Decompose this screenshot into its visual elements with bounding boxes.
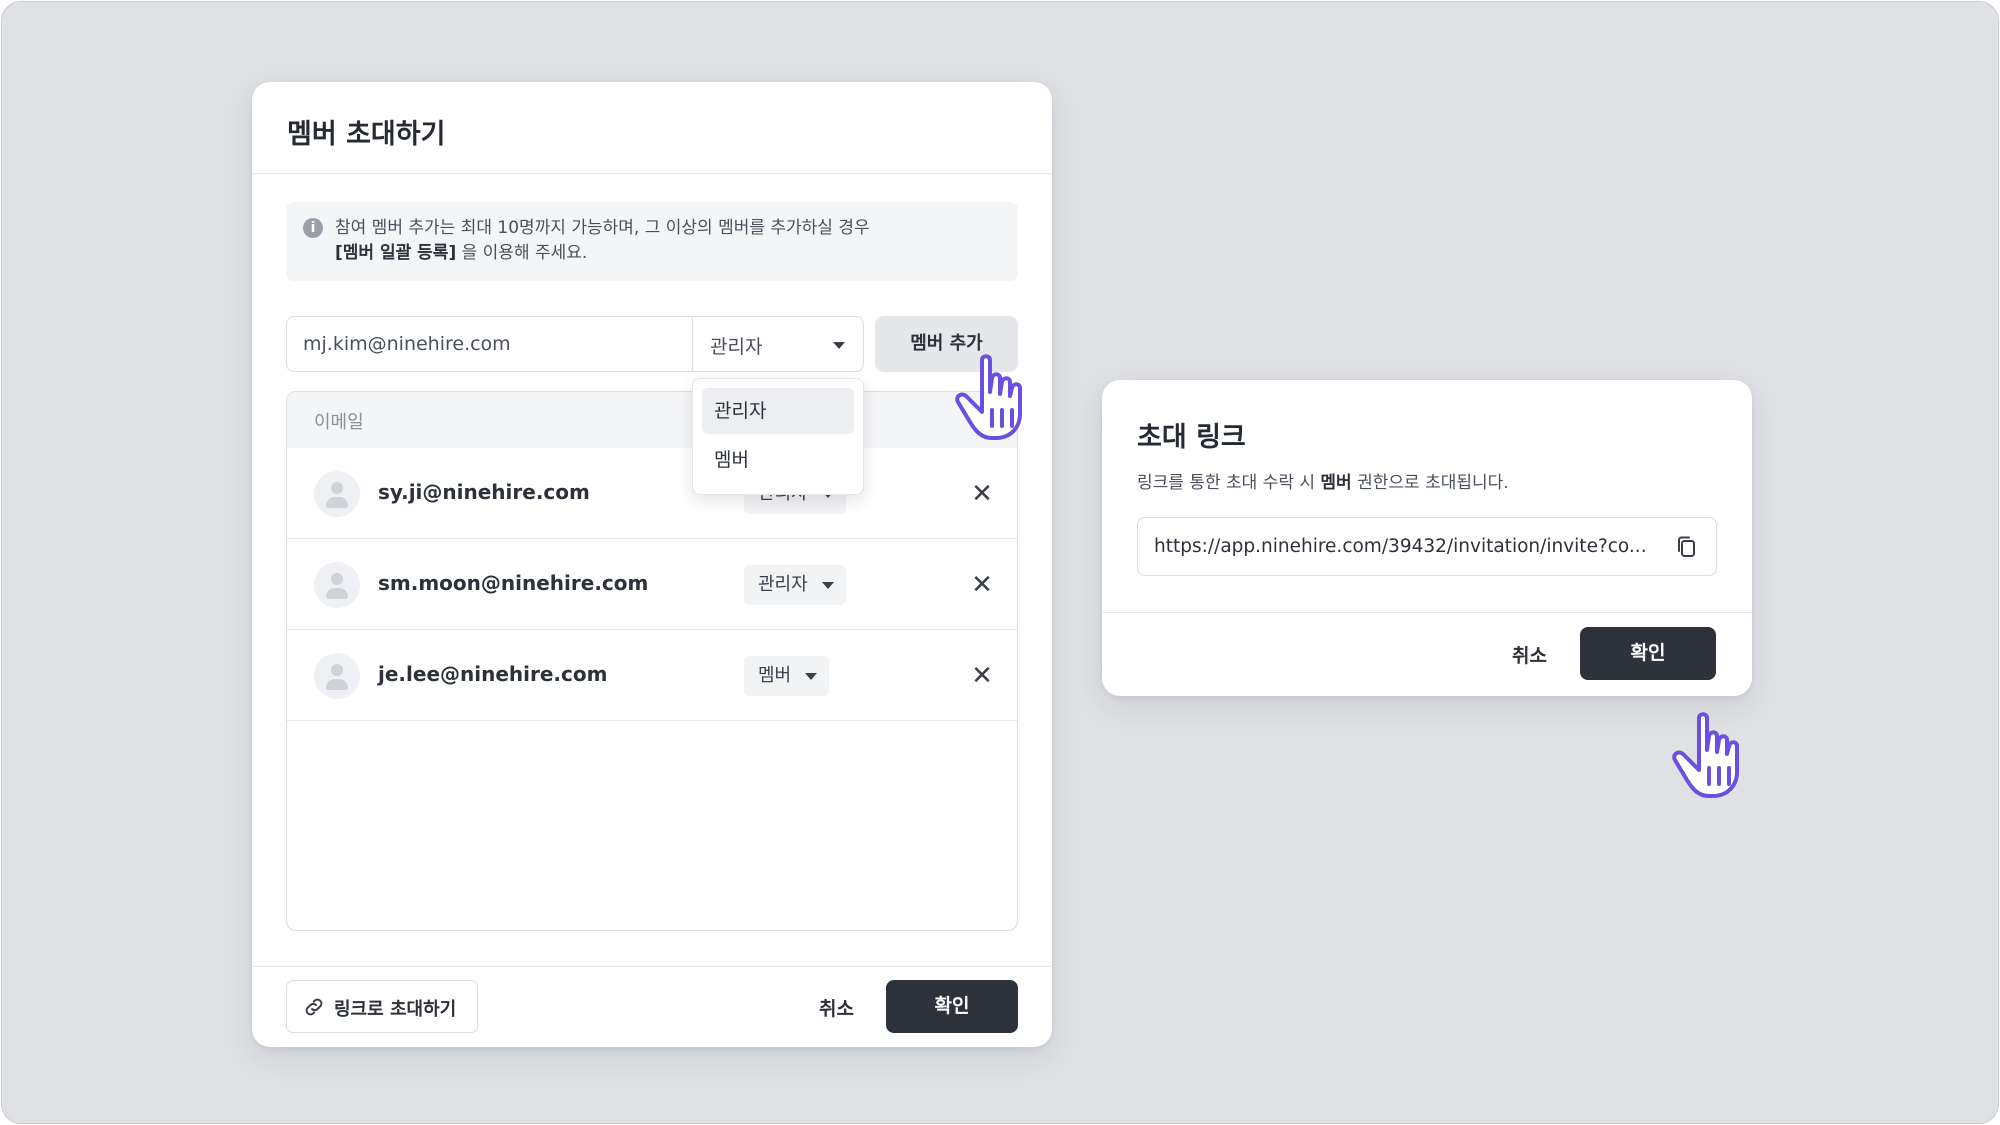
member-role-value: 관리자 [758, 574, 808, 595]
member-row: sm.moon@ninehire.com 관리자 ✕ [287, 539, 1017, 630]
role-select[interactable]: 관리자 [692, 316, 864, 372]
list-header: 이메일 [287, 392, 1017, 448]
hand-pointer-icon [955, 354, 1022, 440]
notice-text: 참여 멤버 추가는 최대 10명까지 가능하며, 그 이상의 멤버를 추가하실 … [335, 216, 870, 266]
footer-divider [1102, 612, 1752, 613]
info-notice: i 참여 멤버 추가는 최대 10명까지 가능하며, 그 이상의 멤버를 추가하… [286, 202, 1018, 281]
dropdown-option-member[interactable]: 멤버 [702, 437, 854, 483]
chevron-down-icon [833, 342, 845, 349]
chevron-down-icon [821, 582, 834, 589]
member-row: sy.ji@ninehire.com 관리자 ✕ [287, 448, 1017, 539]
dropdown-option-admin[interactable]: 관리자 [702, 388, 854, 434]
member-list: 이메일 sy.ji@ninehire.com 관리자 ✕ sm.moon@nin… [286, 391, 1018, 931]
member-role-value: 멤버 [758, 665, 792, 686]
member-email: sy.ji@ninehire.com [378, 480, 590, 504]
invite-member-modal: 멤버 초대하기 i 참여 멤버 추가는 최대 10명까지 가능하며, 그 이상의… [252, 82, 1052, 1047]
invite-url-text: https://app.ninehire.com/39432/invitatio… [1154, 536, 1647, 557]
desc-text-1: 링크를 통한 초대 수락 시 [1137, 473, 1321, 493]
confirm-button[interactable]: 확인 [886, 980, 1018, 1033]
modal-description: 링크를 통한 초대 수락 시 멤버 권한으로 초대됩니다. [1137, 468, 1509, 493]
bulk-register-link-text: [멤버 일괄 등록] [335, 243, 457, 263]
copy-icon[interactable] [1673, 534, 1699, 560]
canvas-background: 멤버 초대하기 i 참여 멤버 추가는 최대 10명까지 가능하며, 그 이상의… [1, 1, 1999, 1124]
member-email: sm.moon@ninehire.com [378, 571, 649, 595]
cancel-button[interactable]: 취소 [819, 994, 854, 1021]
modal-title: 초대 링크 [1137, 422, 1246, 453]
member-role-select[interactable]: 멤버 [744, 656, 830, 696]
close-icon[interactable]: ✕ [967, 661, 997, 691]
desc-text-2: 권한으로 초대됩니다. [1351, 473, 1509, 493]
cancel-button[interactable]: 취소 [1512, 641, 1547, 668]
desc-role-bold: 멤버 [1320, 473, 1352, 493]
notice-line-2-rest: 을 이용해 주세요. [456, 243, 588, 263]
footer-divider [252, 966, 1052, 967]
email-column-header: 이메일 [314, 412, 364, 433]
info-icon: i [303, 218, 323, 238]
header-divider [252, 173, 1052, 174]
confirm-button[interactable]: 확인 [1580, 627, 1716, 680]
invite-url-field[interactable]: https://app.ninehire.com/39432/invitatio… [1137, 517, 1717, 576]
notice-line-1: 참여 멤버 추가는 최대 10명까지 가능하며, 그 이상의 멤버를 추가하실 … [335, 218, 870, 238]
close-icon[interactable]: ✕ [967, 570, 997, 600]
role-dropdown-menu: 관리자 멤버 [692, 378, 864, 495]
hand-pointer-icon [1672, 712, 1739, 798]
chevron-down-icon [805, 673, 818, 680]
modal-title: 멤버 초대하기 [287, 119, 446, 150]
avatar-icon [314, 471, 360, 517]
email-input[interactable] [286, 316, 693, 372]
avatar-icon [314, 562, 360, 608]
avatar-icon [314, 653, 360, 699]
member-row: je.lee@ninehire.com 멤버 ✕ [287, 630, 1017, 721]
invite-by-link-label: 링크로 초대하기 [334, 999, 457, 1020]
role-select-value: 관리자 [710, 336, 763, 358]
invite-by-link-button[interactable]: 링크로 초대하기 [286, 980, 478, 1033]
member-role-select[interactable]: 관리자 [744, 565, 846, 605]
link-icon [305, 998, 323, 1016]
close-icon[interactable]: ✕ [967, 479, 997, 509]
invite-link-modal: 초대 링크 링크를 통한 초대 수락 시 멤버 권한으로 초대됩니다. http… [1102, 380, 1752, 696]
notice-line-2: [멤버 일괄 등록] 을 이용해 주세요. [335, 241, 870, 266]
member-email: je.lee@ninehire.com [378, 662, 608, 686]
